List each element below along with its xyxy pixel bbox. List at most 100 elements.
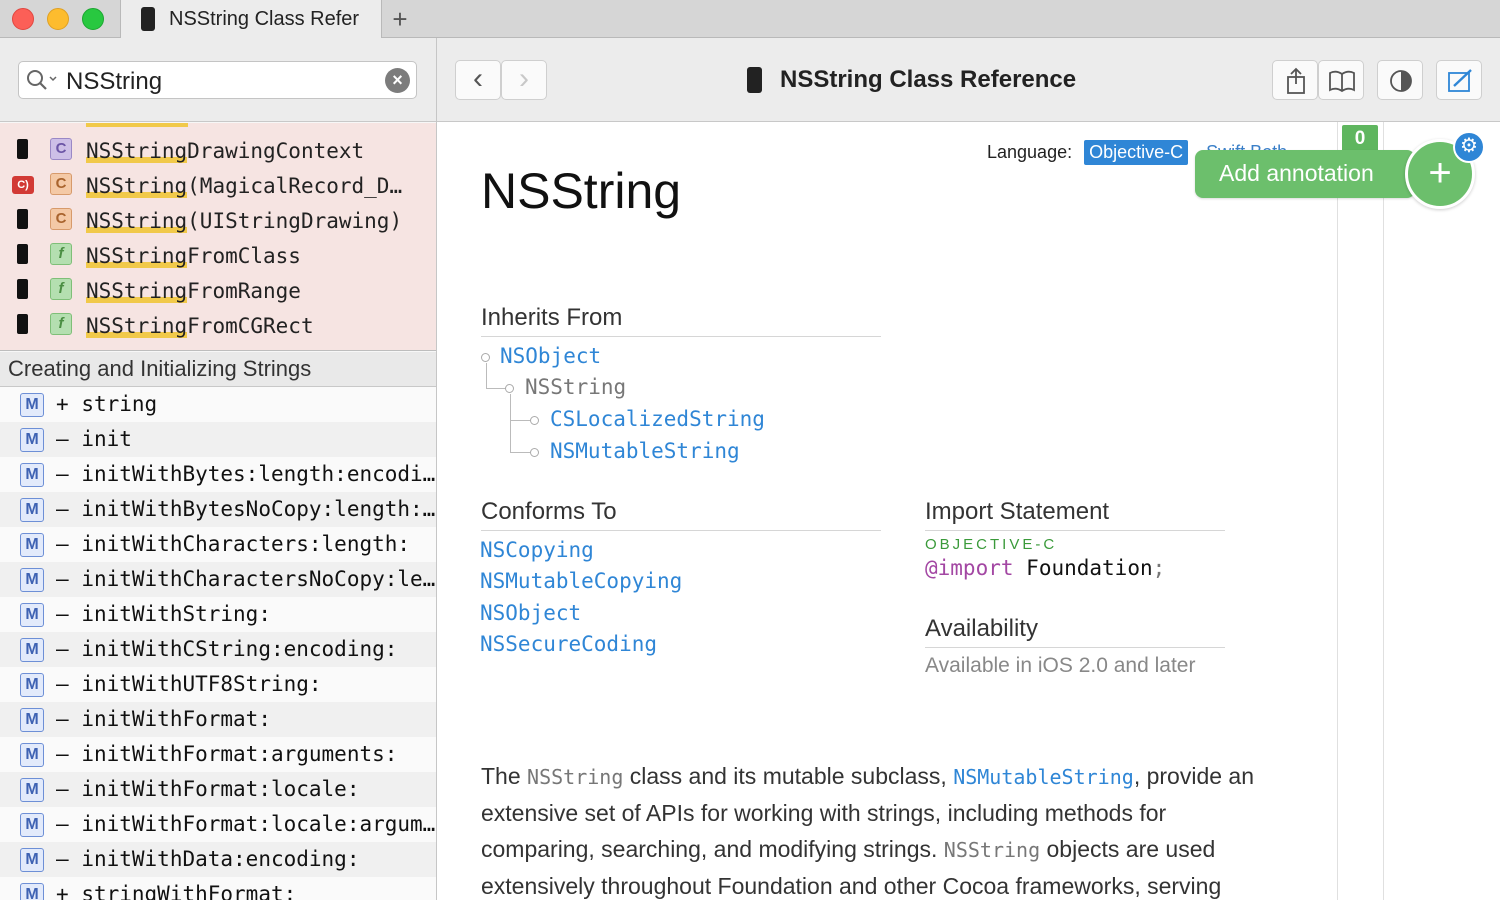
method-icon: M [20, 848, 44, 872]
method-icon: M [20, 568, 44, 592]
section-header[interactable]: Creating and Initializing Strings [0, 352, 436, 387]
share-icon [1287, 67, 1305, 94]
sidebar: NSString × C NSStringDrawingContext C) C… [0, 38, 437, 900]
nsmutablestring-inline-link[interactable]: NSMutableString [953, 765, 1134, 789]
gear-icon[interactable]: ⚙ [1453, 131, 1485, 163]
tree-connector [510, 420, 530, 421]
list-item[interactable]: f NSStringFromRange [0, 273, 436, 308]
appearance-button[interactable] [1377, 60, 1423, 100]
contrast-icon [1390, 70, 1412, 92]
method-row[interactable]: M – initWithUTF8String: [0, 667, 436, 702]
method-row[interactable]: M – initWithFormat:locale:argum… [0, 807, 436, 842]
method-row[interactable]: M – initWithFormat: [0, 702, 436, 737]
method-signature: + stringWithFormat: [56, 882, 297, 900]
clear-search-icon[interactable]: × [385, 68, 410, 93]
protocol-link-nssecurecoding[interactable]: NSSecureCoding [480, 632, 657, 656]
method-row[interactable]: M – initWithBytes:length:encodi… [0, 457, 436, 492]
method-signature: – initWithString: [56, 602, 271, 626]
iphone-icon [141, 7, 155, 31]
search-icon[interactable] [25, 68, 59, 92]
annotate-icon [1448, 69, 1472, 92]
bookmarks-button[interactable] [1318, 60, 1364, 100]
method-signature: – initWithData:encoding: [56, 847, 360, 871]
method-row[interactable]: M + string [0, 387, 436, 422]
method-row[interactable]: M – initWithString: [0, 597, 436, 632]
method-signature: – initWithBytesNoCopy:length:… [56, 497, 436, 521]
list-item[interactable]: f NSStringFromCGRect [0, 308, 436, 343]
tree-connector [486, 388, 506, 389]
inherits-current-class: NSString [525, 375, 627, 399]
language-objective-c[interactable]: Objective-C [1084, 140, 1189, 165]
list-item[interactable]: C) C NSString(MagicalRecord_D… [0, 168, 436, 203]
method-row[interactable]: M – initWithBytesNoCopy:length:… [0, 492, 436, 527]
method-row[interactable]: M – initWithFormat:arguments: [0, 737, 436, 772]
conforms-to-heading: Conforms To [481, 498, 881, 531]
list-item[interactable] [0, 123, 436, 133]
method-signature: – initWithFormat:locale:argum… [56, 812, 436, 836]
method-row[interactable]: M – initWithFormat:locale: [0, 772, 436, 807]
category-icon: C [50, 208, 72, 230]
back-button[interactable]: ‹ [455, 60, 501, 100]
result-name: NSStringFromClass [86, 244, 301, 268]
annotate-button[interactable] [1436, 60, 1482, 100]
protocol-link-nscopying[interactable]: NSCopying [480, 538, 594, 562]
search-field[interactable]: NSString × [18, 61, 417, 99]
method-signature: – initWithCharactersNoCopy:le… [56, 567, 436, 591]
tree-node-icon [530, 416, 539, 425]
tree-node-icon [505, 384, 514, 393]
result-name: NSStringDrawingContext [86, 139, 365, 163]
method-signature: – initWithFormat: [56, 707, 271, 731]
result-name: NSString(MagicalRecord_D… [86, 174, 403, 198]
list-item[interactable]: C NSString(UIStringDrawing) [0, 203, 436, 238]
new-tab-button[interactable]: + [388, 4, 412, 34]
method-icon: M [20, 813, 44, 837]
method-row[interactable]: M – initWithData:encoding: [0, 842, 436, 877]
tree-connector [510, 452, 530, 453]
document-title-text: NSString Class Reference [780, 66, 1077, 93]
method-signature: – init [56, 427, 132, 451]
iphone-icon [17, 314, 28, 334]
zoom-window-button[interactable] [82, 8, 104, 30]
method-icon: M [20, 463, 44, 487]
result-name: NSString(UIStringDrawing) [86, 209, 403, 233]
inherits-link-nsobject[interactable]: NSObject [500, 344, 601, 368]
subclass-link-nsmutablestring[interactable]: NSMutableString [550, 439, 740, 463]
protocol-link-nsmutablecopying[interactable]: NSMutableCopying [480, 569, 682, 593]
method-signature: – initWithUTF8String: [56, 672, 322, 696]
method-row[interactable]: M – initWithCharacters:length: [0, 527, 436, 562]
tree-node-icon [530, 448, 539, 457]
language-label: Language: [987, 142, 1073, 162]
method-icon: M [20, 883, 44, 900]
method-icon: M [20, 533, 44, 557]
subclass-link-cslocalizedstring[interactable]: CSLocalizedString [550, 407, 765, 431]
list-item[interactable]: C NSStringDrawingContext [0, 133, 436, 168]
document-title: NSString Class Reference [747, 66, 1076, 94]
method-signature: – initWithCharacters:length: [56, 532, 411, 556]
iphone-icon [17, 209, 28, 229]
method-row[interactable]: M – initWithCString:encoding: [0, 632, 436, 667]
result-name: NSStringFromCGRect [86, 314, 314, 338]
protocol-link-nsobject[interactable]: NSObject [480, 601, 581, 625]
close-window-button[interactable] [12, 8, 34, 30]
share-button[interactable] [1272, 60, 1318, 100]
method-row[interactable]: M – init [0, 422, 436, 457]
tree-connector [486, 363, 487, 388]
method-list: M + string M – init M – initWithBytes:lengt… [0, 387, 436, 900]
method-row[interactable]: M + stringWithFormat: [0, 877, 436, 900]
method-icon: M [20, 673, 44, 697]
search-input[interactable]: NSString [66, 68, 162, 96]
iphone-icon [17, 279, 28, 299]
function-icon: f [50, 313, 72, 335]
forward-button[interactable]: › [501, 60, 547, 100]
annotation-count-badge[interactable]: 0 [1342, 125, 1378, 152]
method-signature: – initWithFormat:locale: [56, 777, 360, 801]
list-item[interactable]: f NSStringFromClass [0, 238, 436, 273]
method-row[interactable]: M – initWithCharactersNoCopy:le… [0, 562, 436, 597]
availability-heading: Availability [925, 615, 1225, 648]
add-annotation-button[interactable]: Add annotation [1195, 150, 1415, 198]
tab-title: NSString Class Refer [169, 7, 360, 30]
tab-nsstring-class-reference[interactable]: NSString Class Refer [120, 0, 382, 38]
function-icon: f [50, 278, 72, 300]
minimize-window-button[interactable] [47, 8, 69, 30]
inherits-from-heading: Inherits From [481, 304, 881, 337]
